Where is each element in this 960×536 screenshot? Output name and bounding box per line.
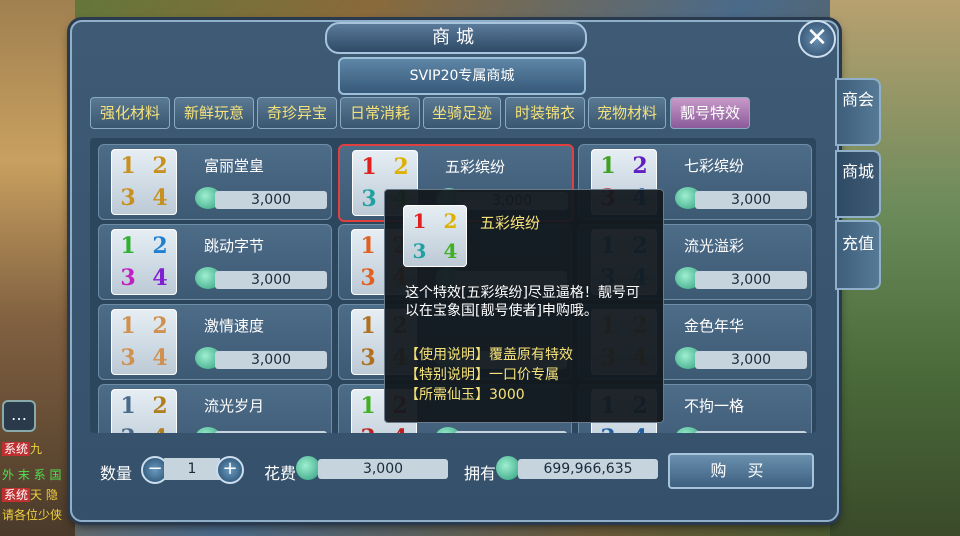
item-name: 五彩缤纷 <box>445 158 506 176</box>
side-tab-recharge[interactable]: 充值 <box>835 220 881 290</box>
item-card[interactable]: 1 2 3 4 激情速度 3,000 <box>98 304 332 380</box>
item-digit: 2 <box>152 233 168 259</box>
chat-line: 系统九 <box>2 442 43 456</box>
item-thumbnail: 1234 <box>111 309 177 375</box>
item-name: 跳动字节 <box>204 237 265 255</box>
item-digit: 1 <box>361 154 377 180</box>
item-digit: 3 <box>360 265 376 291</box>
item-digit: 1 <box>360 313 376 339</box>
item-price: 3,000 <box>695 191 807 209</box>
item-digit: 1 <box>360 233 376 259</box>
item-card[interactable]: 1 2 3 4 富丽堂皇 3,000 <box>98 144 332 220</box>
tooltip-thumbnail: 1 2 3 4 <box>403 205 467 267</box>
item-name: 七彩缤纷 <box>684 157 745 175</box>
item-digit: 3 <box>360 345 376 371</box>
tab-daily-consumables[interactable]: 日常消耗 <box>340 97 420 129</box>
cost-label: 花费 <box>264 464 297 483</box>
item-card[interactable]: 1 2 3 4 跳动字节 3,000 <box>98 224 332 300</box>
tab-vanity-number-effects[interactable]: 靓号特效 <box>670 97 750 129</box>
item-price <box>695 431 807 433</box>
chat-icon[interactable]: … <box>2 400 36 432</box>
item-digit: 1 <box>120 153 136 179</box>
item-name: 激情速度 <box>204 317 265 335</box>
item-digit: 4 <box>152 265 168 291</box>
item-name: 富丽堂皇 <box>204 157 265 175</box>
owned-label: 拥有 <box>464 464 497 483</box>
item-price <box>215 431 327 433</box>
item-digit: 2 <box>632 153 648 179</box>
item-digit: 2 <box>152 153 168 179</box>
item-digit: 3 <box>120 265 136 291</box>
item-name: 流光溢彩 <box>684 237 745 255</box>
item-digit: 3 <box>120 425 135 433</box>
item-digit: 4 <box>632 425 647 433</box>
item-digit: 1 <box>120 233 136 259</box>
buy-button[interactable]: 购 买 <box>668 453 814 489</box>
item-card[interactable]: 12 3 4 流光岁月 <box>98 384 332 433</box>
digit-1: 1 <box>412 209 427 233</box>
quantity-label: 数量 <box>100 464 133 483</box>
item-digit: 1 <box>360 393 376 419</box>
item-digit: 3 <box>120 185 136 211</box>
side-tab-shop[interactable]: 商城 <box>835 150 881 218</box>
side-tab-trade[interactable]: 商会 <box>835 78 881 146</box>
item-digit: 1 <box>600 153 616 179</box>
quantity-field[interactable]: 1 <box>164 458 220 480</box>
item-thumbnail: 12 3 4 <box>111 389 177 433</box>
item-price: 3,000 <box>695 271 807 289</box>
tab-enhance-materials[interactable]: 强化材料 <box>90 97 170 129</box>
item-digit: 2 <box>152 313 168 339</box>
item-name: 不拘一格 <box>684 397 745 415</box>
owned-value: 699,966,635 <box>518 459 658 479</box>
tab-treasures[interactable]: 奇珍异宝 <box>257 97 337 129</box>
chat-line: 请各位少侠 <box>2 508 63 522</box>
item-digit: 1 <box>120 313 136 339</box>
item-price: 3,000 <box>215 191 327 209</box>
tab-novelties[interactable]: 新鲜玩意 <box>174 97 254 129</box>
item-tooltip: 1 2 3 4 五彩缤纷 这个特效[五彩缤纷]尽显逼格！靓号可以在宝象国[靓号使… <box>384 189 664 423</box>
chat-line: 系统天 隐 <box>2 488 58 502</box>
item-digit: 3 <box>361 186 377 212</box>
plus-icon[interactable]: + <box>216 456 244 484</box>
item-digit: 3 <box>360 425 375 433</box>
item-digit: 1 <box>120 393 136 419</box>
tooltip-title: 五彩缤纷 <box>480 214 541 232</box>
item-thumbnail: 1234 <box>111 229 177 295</box>
digit-3: 3 <box>412 239 427 263</box>
item-digit: 2 <box>152 393 168 419</box>
svip-shop-button[interactable]: SVIP20专属商城 <box>338 57 586 95</box>
item-price <box>455 431 567 433</box>
tab-fashion[interactable]: 时装锦衣 <box>505 97 585 129</box>
digit-4: 4 <box>443 239 458 263</box>
cost-value: 3,000 <box>318 459 448 479</box>
chat-line: 外 末 系 国 <box>2 468 62 482</box>
tooltip-usage: 【使用说明】覆盖原有特效 <box>405 347 573 363</box>
jade-currency-icon <box>296 456 320 480</box>
item-digit: 2 <box>393 154 409 180</box>
item-digit: 4 <box>152 185 168 211</box>
tooltip-description: 这个特效[五彩缤纷]尽显逼格！靓号可以在宝象国[靓号使者]申购哦。 <box>405 285 640 319</box>
item-digit: 3 <box>600 425 615 433</box>
tooltip-cost: 【所需仙玉】3000 <box>405 387 525 403</box>
item-digit: 4 <box>152 345 168 371</box>
item-digit: 4 <box>152 425 167 433</box>
item-digit: 4 <box>392 425 407 433</box>
tooltip-special: 【特别说明】一口价专属 <box>405 367 559 383</box>
tab-pet-materials[interactable]: 宠物材料 <box>588 97 666 129</box>
item-price: 3,000 <box>695 351 807 369</box>
item-digit: 3 <box>120 345 136 371</box>
tab-mount-trails[interactable]: 坐骑足迹 <box>423 97 501 129</box>
item-thumbnail: 1234 <box>111 149 177 215</box>
item-name: 流光岁月 <box>204 397 265 415</box>
item-price: 3,000 <box>215 351 327 369</box>
item-name: 金色年华 <box>684 317 745 335</box>
digit-2: 2 <box>443 209 458 233</box>
close-icon[interactable]: ✕ <box>798 20 836 58</box>
jade-currency-icon <box>496 456 520 480</box>
item-price: 3,000 <box>215 271 327 289</box>
window-title: 商城 <box>325 22 587 54</box>
